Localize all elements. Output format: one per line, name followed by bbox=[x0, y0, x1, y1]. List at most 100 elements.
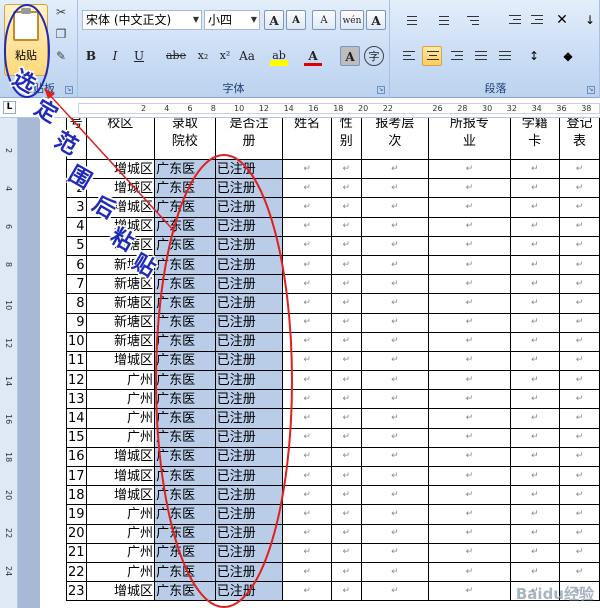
empty-cell[interactable]: ↵ bbox=[509, 254, 561, 276]
school-cell[interactable]: 广东医 bbox=[154, 350, 216, 372]
row-number-cell[interactable]: 23 bbox=[66, 581, 87, 602]
table-row[interactable]: 9 新塘区 广东医 已注册 ↵ ↵ ↵ ↵ ↵ ↵ bbox=[66, 312, 600, 333]
table-row[interactable]: 18 增城区 广东医 已注册 ↵ ↵ ↵ ↵ ↵ ↵ bbox=[66, 485, 600, 506]
vertical-ruler[interactable]: 2 4 6 8 10 12 14 16 18 20 22 24 bbox=[0, 118, 18, 608]
empty-cell[interactable]: ↵ bbox=[428, 465, 511, 487]
table-row[interactable]: 13 广州 广东医 已注册 ↵ ↵ ↵ ↵ ↵ ↵ bbox=[66, 389, 600, 410]
registration-cell[interactable]: 已注册 bbox=[214, 523, 284, 544]
empty-cell[interactable]: ↵ bbox=[330, 504, 362, 525]
bold-button[interactable]: B bbox=[82, 46, 100, 66]
underline-button[interactable]: U bbox=[130, 46, 148, 66]
registration-cell[interactable]: 已注册 bbox=[214, 312, 284, 333]
empty-cell[interactable]: ↵ bbox=[330, 350, 362, 372]
empty-cell[interactable]: ↵ bbox=[559, 465, 600, 487]
table-row[interactable]: 12 广州 广东医 已注册 ↵ ↵ ↵ ↵ ↵ ↵ bbox=[66, 370, 600, 391]
school-cell[interactable]: 广东医 bbox=[154, 427, 216, 448]
empty-cell[interactable]: ↵ bbox=[330, 523, 362, 544]
line-spacing-icon[interactable]: ↕ bbox=[524, 46, 544, 66]
table-row[interactable]: 14 广州 广东医 已注册 ↵ ↵ ↵ ↵ ↵ ↵ bbox=[66, 408, 600, 429]
char-shading-button[interactable]: A bbox=[340, 46, 360, 66]
empty-cell[interactable]: ↵ bbox=[330, 216, 362, 237]
student-table[interactable]: 号校区 录取 院校 是否注册姓名性别报考层次所报专业学籍卡登记表 1 增城区 广东医 已注册… bbox=[66, 118, 600, 602]
empty-cell[interactable]: ↵ bbox=[282, 446, 332, 468]
registration-cell[interactable]: 已注册 bbox=[214, 350, 284, 372]
table-row[interactable]: 2 增城区 广东医 已注册 ↵ ↵ ↵ ↵ ↵ ↵ bbox=[66, 178, 600, 199]
row-number-cell[interactable]: 9 bbox=[66, 312, 87, 333]
empty-cell[interactable]: ↵ bbox=[360, 312, 430, 333]
empty-cell[interactable]: ↵ bbox=[282, 465, 332, 487]
font-size-select[interactable]: 小四 ▼ bbox=[204, 10, 260, 30]
row-number-cell[interactable]: 12 bbox=[66, 370, 87, 391]
empty-cell[interactable]: ↵ bbox=[428, 389, 511, 410]
empty-cell[interactable]: ↵ bbox=[428, 293, 511, 314]
empty-cell[interactable]: ↵ bbox=[428, 446, 511, 468]
empty-cell[interactable]: ↵ bbox=[428, 331, 511, 352]
grow-font-button[interactable]: A bbox=[264, 10, 284, 30]
increase-indent-icon[interactable] bbox=[526, 10, 546, 30]
subscript-button[interactable]: x₂ bbox=[194, 46, 212, 66]
empty-cell[interactable]: ↵ bbox=[360, 542, 430, 563]
empty-cell[interactable]: ↵ bbox=[330, 581, 362, 602]
registration-cell[interactable]: 已注册 bbox=[214, 408, 284, 429]
empty-cell[interactable]: ↵ bbox=[282, 389, 332, 410]
school-cell[interactable]: 广东医 bbox=[154, 504, 216, 525]
registration-cell[interactable]: 已注册 bbox=[214, 293, 284, 314]
registration-cell[interactable]: 已注册 bbox=[214, 254, 284, 276]
empty-cell[interactable]: ↵ bbox=[509, 504, 561, 525]
empty-cell[interactable]: ↵ bbox=[360, 293, 430, 314]
row-number-cell[interactable]: 16 bbox=[66, 446, 87, 468]
empty-cell[interactable]: ↵ bbox=[282, 370, 332, 391]
numbering-icon[interactable] bbox=[430, 10, 450, 30]
empty-cell[interactable]: ↵ bbox=[330, 370, 362, 391]
campus-cell[interactable]: 广州 bbox=[85, 504, 156, 525]
school-cell[interactable]: 广东医 bbox=[154, 216, 216, 237]
empty-cell[interactable]: ↵ bbox=[360, 350, 430, 372]
empty-cell[interactable]: ↵ bbox=[360, 274, 430, 295]
empty-cell[interactable]: ↵ bbox=[509, 158, 561, 180]
row-number-cell[interactable]: 8 bbox=[66, 293, 87, 314]
campus-cell[interactable]: 广州 bbox=[85, 370, 156, 391]
school-cell[interactable]: 广东医 bbox=[154, 389, 216, 410]
empty-cell[interactable]: ↵ bbox=[428, 427, 511, 448]
empty-cell[interactable]: ↵ bbox=[509, 312, 561, 333]
empty-cell[interactable]: ↵ bbox=[428, 235, 511, 256]
table-row[interactable]: 11 增城区 广东医 已注册 ↵ ↵ ↵ ↵ ↵ ↵ bbox=[66, 350, 600, 372]
shading-icon[interactable]: ◆ bbox=[558, 46, 578, 66]
empty-cell[interactable]: ↵ bbox=[509, 370, 561, 391]
school-cell[interactable]: 广东医 bbox=[154, 523, 216, 544]
registration-cell[interactable]: 已注册 bbox=[214, 465, 284, 487]
school-cell[interactable]: 广东医 bbox=[154, 158, 216, 180]
cut-icon[interactable]: ✂ bbox=[53, 4, 69, 20]
empty-cell[interactable]: ↵ bbox=[282, 216, 332, 237]
empty-cell[interactable]: ↵ bbox=[282, 331, 332, 352]
empty-cell[interactable]: ↵ bbox=[360, 465, 430, 487]
empty-cell[interactable]: ↵ bbox=[282, 350, 332, 372]
registration-cell[interactable]: 已注册 bbox=[214, 197, 284, 218]
empty-cell[interactable]: ↵ bbox=[509, 561, 561, 583]
empty-cell[interactable]: ↵ bbox=[428, 158, 511, 180]
empty-cell[interactable]: ↵ bbox=[509, 274, 561, 295]
empty-cell[interactable]: ↵ bbox=[360, 446, 430, 468]
row-number-cell[interactable]: 15 bbox=[66, 427, 87, 448]
empty-cell[interactable]: ↵ bbox=[282, 542, 332, 563]
row-number-cell[interactable]: 10 bbox=[66, 331, 87, 352]
empty-cell[interactable]: ↵ bbox=[559, 485, 600, 506]
school-cell[interactable]: 广东医 bbox=[154, 254, 216, 276]
campus-cell[interactable]: 增城区 bbox=[85, 465, 156, 487]
empty-cell[interactable]: ↵ bbox=[330, 389, 362, 410]
font-launcher-icon[interactable]: ↘ bbox=[377, 86, 385, 94]
row-number-cell[interactable]: 19 bbox=[66, 504, 87, 525]
table-row[interactable]: 21 广州 广东医 已注册 ↵ ↵ ↵ ↵ ↵ ↵ bbox=[66, 542, 600, 563]
align-center-icon[interactable] bbox=[422, 46, 442, 66]
empty-cell[interactable]: ↵ bbox=[330, 254, 362, 276]
table-row[interactable]: 3 增城区 广东医 已注册 ↵ ↵ ↵ ↵ ↵ ↵ bbox=[66, 197, 600, 218]
font-name-select[interactable]: 宋体 (中文正文) ▼ bbox=[82, 10, 202, 30]
empty-cell[interactable]: ↵ bbox=[360, 178, 430, 199]
empty-cell[interactable]: ↵ bbox=[282, 427, 332, 448]
table-row[interactable]: 1 增城区 广东医 已注册 ↵ ↵ ↵ ↵ ↵ ↵ bbox=[66, 158, 600, 180]
clear-format-button[interactable]: A bbox=[312, 10, 336, 30]
empty-cell[interactable]: ↵ bbox=[428, 274, 511, 295]
school-cell[interactable]: 广东医 bbox=[154, 274, 216, 295]
empty-cell[interactable]: ↵ bbox=[509, 216, 561, 237]
strikethrough-button[interactable]: abe bbox=[166, 46, 186, 66]
